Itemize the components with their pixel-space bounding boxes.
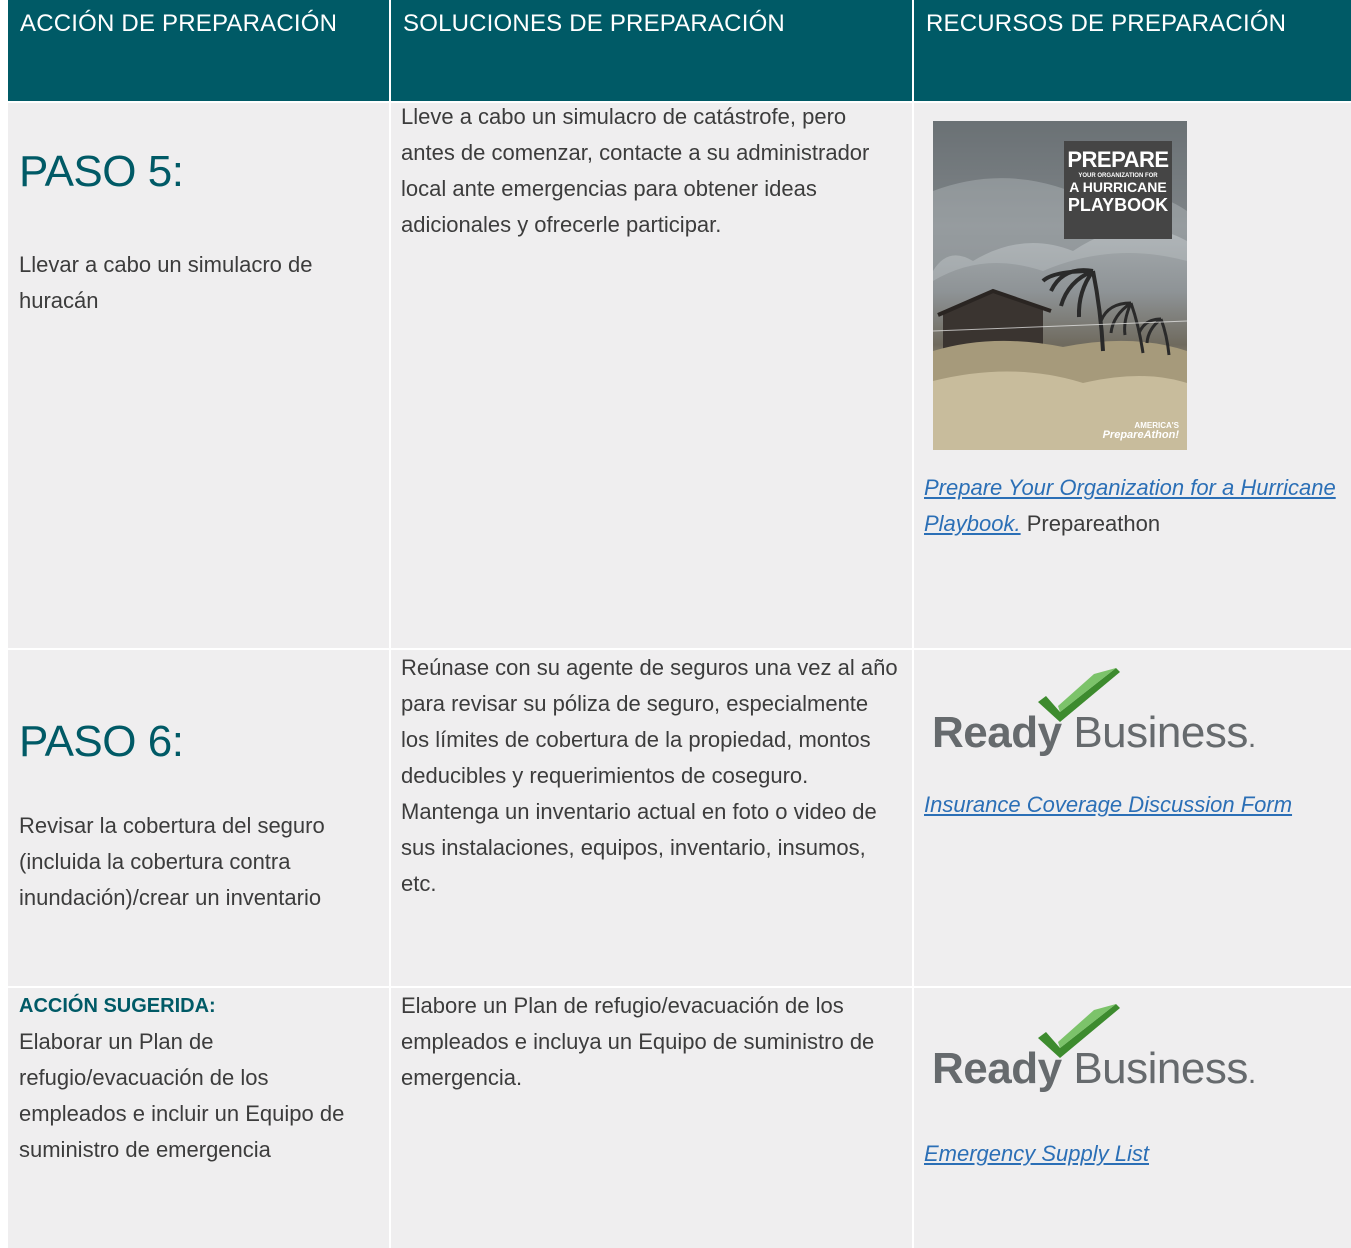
header-soluciones: SOLUCIONES DE PREPARACIÓN xyxy=(391,0,912,101)
suggested-action-block: ACCIÓN SUGERIDA: Elaborar un Plan de ref… xyxy=(19,988,374,1168)
step6-solution-text: Reúnase con su agente de seguros una vez… xyxy=(401,655,898,896)
step5-description: Llevar a cabo un simulacro de huracán xyxy=(19,252,313,313)
header-accion: ACCIÓN DE PREPARACIÓN xyxy=(8,0,389,101)
step5-action-cell: PASO 5: Llevar a cabo un simulacro de hu… xyxy=(8,103,389,648)
step6-resource-cell: Ready Business. Insurance Coverage Discu… xyxy=(914,650,1351,986)
suggested-resource-text: Emergency Supply List xyxy=(924,1136,1349,1172)
ready-business-logo: Ready Business. xyxy=(932,666,1256,758)
insurance-form-link[interactable]: Insurance Coverage Discussion Form xyxy=(924,792,1292,817)
cover-line3: A HURRICANE xyxy=(1069,179,1167,195)
step5-resource-text: Prepare Your Organization for a Hurrican… xyxy=(924,470,1349,542)
header-recursos: RECURSOS DE PREPARACIÓN xyxy=(914,0,1351,101)
emergency-supply-list-link[interactable]: Emergency Supply List xyxy=(924,1141,1149,1166)
suggested-action-cell: ACCIÓN SUGERIDA: Elaborar un Plan de ref… xyxy=(8,988,389,1248)
checkmark-icon xyxy=(1038,1004,1120,1058)
step6-title: PASO 6: xyxy=(19,717,184,766)
prepareathon-logo-main: PrepareAthon! xyxy=(1102,429,1179,442)
preparation-table: ACCIÓN DE PREPARACIÓN SOLUCIONES DE PREP… xyxy=(8,0,1351,1248)
suggested-action-title: ACCIÓN SUGERIDA: xyxy=(19,995,216,1017)
cover-line4: PLAYBOOK xyxy=(1067,195,1169,215)
step5-solution-text: Lleve a cabo un simulacro de catástrofe,… xyxy=(401,104,870,237)
step5-solution-cell: Lleve a cabo un simulacro de catástrofe,… xyxy=(391,103,912,648)
step6-description: Revisar la cobertura del seguro (incluid… xyxy=(19,813,325,910)
step6-action-cell: PASO 6: Revisar la cobertura del seguro … xyxy=(8,650,389,986)
ready-business-logo-2: Ready Business. xyxy=(932,1002,1256,1094)
suggested-solution-text: Elabore un Plan de refugio/evacuación de… xyxy=(401,993,875,1090)
hurricane-playbook-source: Prepareathon xyxy=(1026,511,1161,536)
prepareathon-logo: AMERICA'S PrepareAthon! xyxy=(1102,421,1179,442)
step5-resource-cell: PREPARE YOUR ORGANIZATION FOR A HURRICAN… xyxy=(914,103,1351,648)
step5-title: PASO 5: xyxy=(19,147,184,196)
suggested-resource-cell: Ready Business. Emergency Supply List xyxy=(914,988,1351,1248)
step6-resource-text: Insurance Coverage Discussion Form xyxy=(924,787,1349,823)
suggested-solution-cell: Elabore un Plan de refugio/evacuación de… xyxy=(391,988,912,1248)
hurricane-playbook-cover-image[interactable]: PREPARE YOUR ORGANIZATION FOR A HURRICAN… xyxy=(933,121,1187,450)
step6-solution-cell: Reúnase con su agente de seguros una vez… xyxy=(391,650,912,986)
checkmark-icon xyxy=(1038,668,1120,722)
suggested-action-description: Elaborar un Plan de refugio/evacuación d… xyxy=(19,1029,345,1162)
cover-title-box: PREPARE YOUR ORGANIZATION FOR A HURRICAN… xyxy=(1064,141,1172,239)
cover-line1: PREPARE xyxy=(1067,147,1169,172)
